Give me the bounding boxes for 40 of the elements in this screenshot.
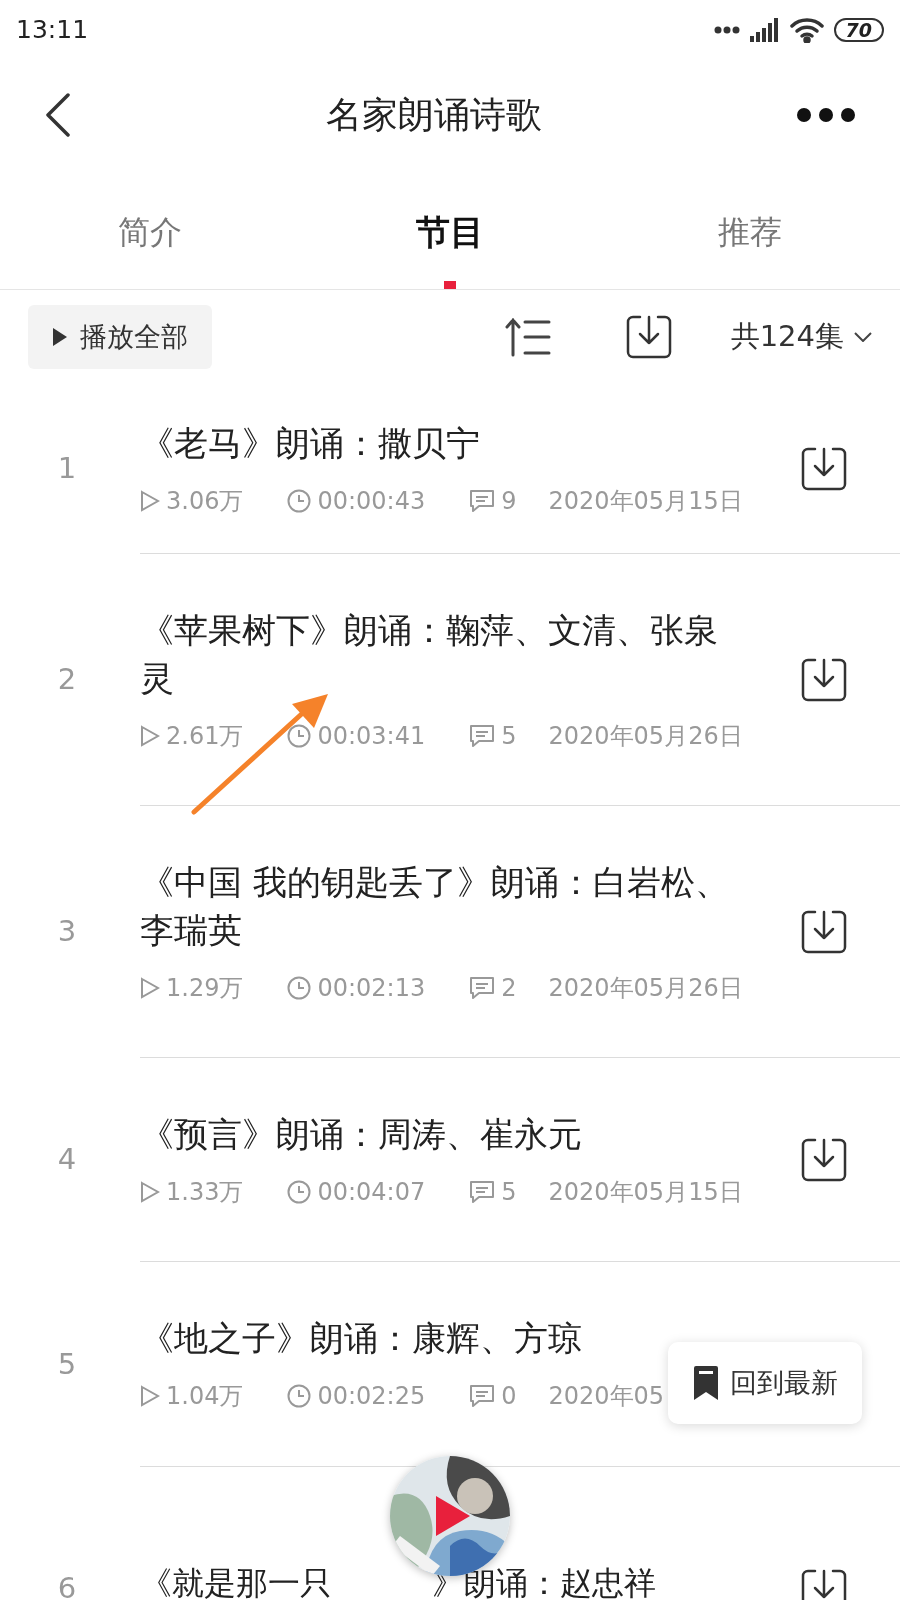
play-all-button[interactable]: 播放全部 bbox=[28, 305, 212, 369]
episode-number: 4 bbox=[57, 1141, 77, 1179]
play-count: 1.29万 bbox=[166, 972, 244, 1004]
page-title: 名家朗诵诗歌 bbox=[326, 92, 542, 137]
episode-number: 3 bbox=[57, 913, 77, 951]
tab[interactable]: 节目 bbox=[416, 206, 484, 258]
play-count: 3.06万 bbox=[166, 485, 244, 517]
play-count: 1.33万 bbox=[166, 1176, 244, 1208]
duration: 00:04:07 bbox=[317, 1176, 426, 1208]
publish-date: 2020年05月26日 bbox=[548, 720, 743, 752]
episode-title[interactable]: 《中国 我的钥匙丢了》朗诵：白岩松、李瑞英 bbox=[140, 857, 750, 954]
publish-date: 2020年05月15日 bbox=[548, 485, 743, 517]
status-time: 13:11 bbox=[16, 14, 89, 47]
back-to-latest-button[interactable]: 回到最新 bbox=[668, 1342, 862, 1424]
episode-number: 6 bbox=[57, 1570, 77, 1600]
duration: 00:03:41 bbox=[317, 720, 426, 752]
tab[interactable]: 推荐 bbox=[718, 208, 782, 256]
episode-count-dropdown[interactable]: 共124集 bbox=[730, 315, 872, 359]
duration: 00:02:13 bbox=[317, 972, 426, 1004]
publish-date: 2020年05月15日 bbox=[548, 1176, 743, 1208]
tab[interactable]: 简介 bbox=[118, 208, 182, 256]
play-count: 2.61万 bbox=[166, 720, 244, 752]
duration: 00:02:25 bbox=[317, 1381, 426, 1412]
play-count: 1.04万 bbox=[166, 1381, 244, 1412]
episode-title[interactable]: 《预言》朗诵：周涛、崔永元 bbox=[140, 1109, 750, 1158]
episode-number: 5 bbox=[57, 1345, 77, 1383]
episode-title[interactable]: 《老马》朗诵：撒贝宁 bbox=[140, 418, 750, 467]
comment-count: 5 bbox=[501, 1176, 517, 1208]
battery-indicator: 70 bbox=[833, 18, 884, 42]
publish-date: 2020年05月26日 bbox=[548, 972, 743, 1004]
episode-number: 2 bbox=[57, 661, 77, 699]
publish-date: 2020年05 bbox=[548, 1381, 665, 1412]
duration: 00:00:43 bbox=[317, 485, 426, 517]
comment-count: 5 bbox=[501, 720, 517, 752]
comment-count: 9 bbox=[501, 485, 517, 517]
comment-count: 2 bbox=[501, 972, 517, 1004]
episode-title[interactable]: 《苹果树下》朗诵：鞠萍、文清、张泉灵 bbox=[140, 605, 750, 702]
episode-title[interactable]: 《就是那一只 bbox=[140, 1561, 332, 1600]
episode-number: 1 bbox=[57, 450, 77, 488]
comment-count: 0 bbox=[501, 1381, 517, 1412]
